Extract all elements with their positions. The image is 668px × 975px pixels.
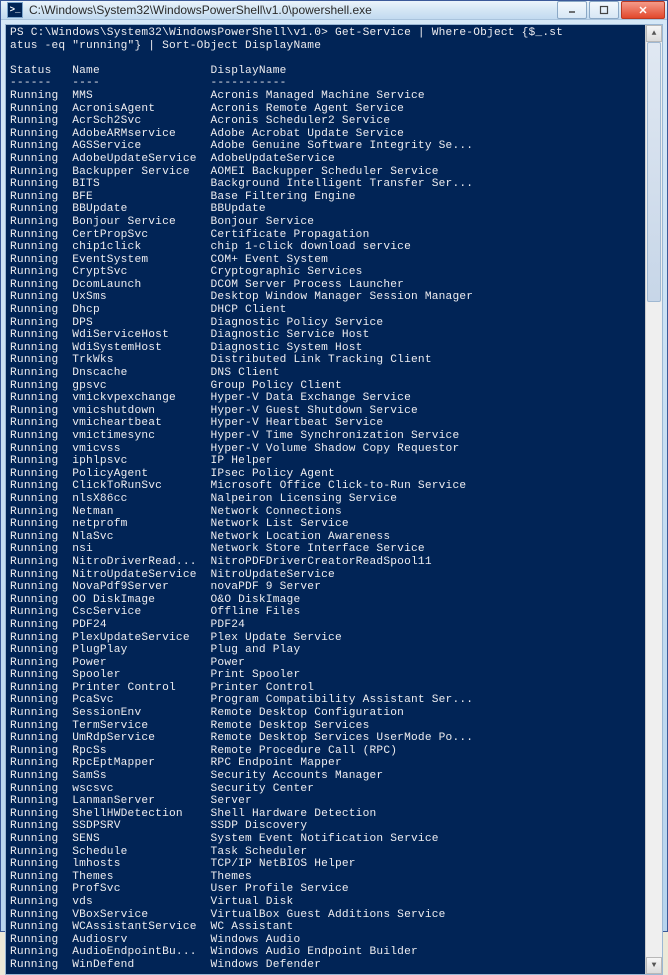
console-container: PS C:\Windows\System32\WindowsPowerShell… [5, 24, 663, 975]
scrollbar-track[interactable] [646, 42, 662, 957]
vertical-scrollbar[interactable]: ▲ ▼ [645, 25, 662, 974]
powershell-icon: >_ [7, 2, 23, 18]
minimize-button[interactable] [557, 1, 587, 19]
titlebar[interactable]: >_ C:\Windows\System32\WindowsPowerShell… [1, 1, 667, 20]
window-title: C:\Windows\System32\WindowsPowerShell\v1… [29, 3, 555, 17]
close-button[interactable] [621, 1, 665, 19]
powershell-window: >_ C:\Windows\System32\WindowsPowerShell… [0, 0, 668, 932]
scroll-up-button[interactable]: ▲ [646, 25, 662, 42]
maximize-button[interactable] [589, 1, 619, 19]
window-controls [555, 1, 665, 19]
console-output[interactable]: PS C:\Windows\System32\WindowsPowerShell… [6, 25, 645, 974]
scrollbar-thumb[interactable] [647, 42, 661, 302]
scroll-down-button[interactable]: ▼ [646, 957, 662, 974]
